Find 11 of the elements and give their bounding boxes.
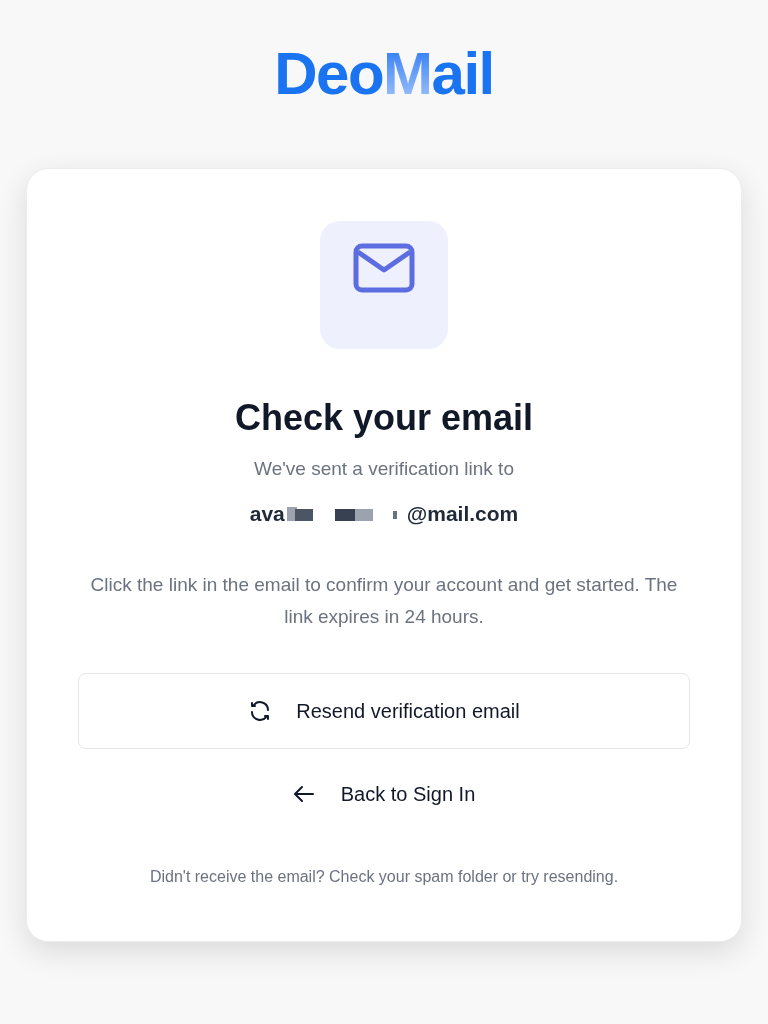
arrow-left-icon bbox=[292, 785, 315, 803]
back-link[interactable]: Back to Sign In bbox=[292, 779, 476, 809]
message: Click the link in the email to confirm your account and get started. The link expires in 24 hours. bbox=[89, 573, 679, 629]
card-title: Check your email bbox=[234, 396, 534, 440]
envelope-icon bbox=[353, 243, 415, 295]
resend-button[interactable]: Resend verification email bbox=[78, 673, 690, 749]
logo-wordmark: DeoMail bbox=[274, 44, 494, 104]
email-start: ava bbox=[249, 500, 285, 527]
email-end: @mail.com bbox=[406, 500, 519, 527]
footnote: Didn't receive the email? Check your spam folder or try resending. bbox=[149, 867, 619, 887]
subtitle: We've sent a verification link to bbox=[254, 457, 514, 481]
